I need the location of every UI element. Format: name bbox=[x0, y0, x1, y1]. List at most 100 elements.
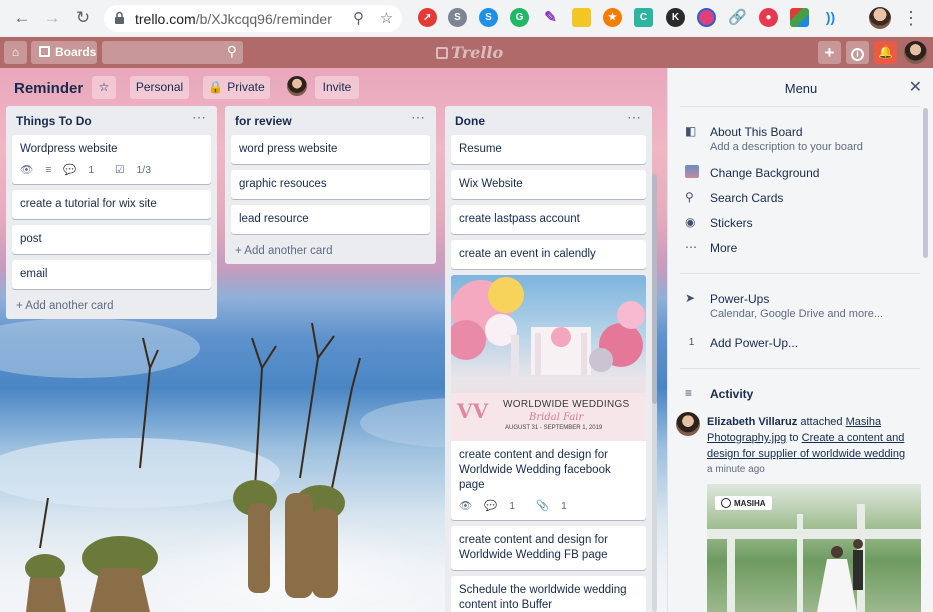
browser-profile-avatar[interactable] bbox=[869, 7, 891, 29]
privacy-button[interactable]: 🔒 Private bbox=[203, 76, 270, 99]
card-title: Wix Website bbox=[459, 178, 523, 190]
card[interactable]: create content and design for Worldwide … bbox=[451, 526, 646, 570]
about-subtitle: Add a description to your board bbox=[710, 141, 863, 153]
menu-scrollbar[interactable] bbox=[923, 108, 928, 258]
list-menu-icon[interactable]: ⋯ bbox=[411, 109, 426, 126]
menu-title: Menu bbox=[784, 81, 818, 96]
list-menu-icon[interactable]: ⋯ bbox=[192, 109, 207, 126]
k-extension-icon[interactable]: K bbox=[666, 8, 685, 27]
close-icon[interactable]: ✕ bbox=[909, 77, 922, 97]
address-bar[interactable]: trello.com/b/XJkcqq96/reminder ⚲ ☆ bbox=[104, 5, 402, 32]
checklist-count: 1/3 bbox=[136, 164, 152, 176]
list-header: Done ⋯ bbox=[445, 106, 652, 135]
card-title: word press website bbox=[239, 143, 338, 155]
attachment-badge: 📎 1 bbox=[536, 500, 576, 512]
lastpass-extension-icon[interactable]: ● bbox=[759, 8, 778, 27]
skype-extension-icon[interactable]: S bbox=[479, 8, 498, 27]
card-title: create lastpass account bbox=[459, 213, 580, 225]
card[interactable]: create an event in calendly bbox=[451, 240, 646, 269]
card-title: Wordpress website bbox=[20, 143, 118, 155]
add-card-button[interactable]: + Add another card bbox=[6, 295, 217, 319]
notifications-button[interactable]: 🔔 bbox=[874, 41, 897, 64]
pen-extension-icon[interactable]: ✎ bbox=[541, 8, 560, 27]
activity-title: Activity bbox=[710, 387, 754, 401]
comment-icon: 💬 bbox=[484, 500, 498, 512]
card-title: create a tutorial for wix site bbox=[20, 198, 157, 210]
activity-user-avatar[interactable] bbox=[676, 412, 700, 436]
list-things-to-do: Things To Do ⋯ Wordpress website 👁 ≡ 💬 1… bbox=[6, 106, 217, 319]
privacy-label: Private bbox=[227, 80, 265, 94]
member-avatar[interactable] bbox=[904, 41, 927, 64]
card-title: create an event in calendly bbox=[459, 248, 596, 260]
card[interactable]: Resume bbox=[451, 135, 646, 164]
create-button[interactable]: + bbox=[818, 41, 841, 64]
menu-divider bbox=[680, 273, 920, 274]
card[interactable]: word press website bbox=[231, 135, 430, 164]
card[interactable]: Schedule the worldwide wedding content i… bbox=[451, 576, 646, 612]
header-search-input[interactable]: ⚲ bbox=[102, 41, 243, 64]
card-title: email bbox=[20, 268, 48, 280]
back-icon[interactable]: ← bbox=[12, 8, 32, 28]
board-canvas: Reminder ☆ Personal 🔒 Private Invite Thin… bbox=[0, 68, 667, 612]
color-grid-extension-icon[interactable] bbox=[790, 8, 809, 27]
star-icon: ☆ bbox=[98, 80, 110, 94]
description-icon: ≡ bbox=[45, 164, 52, 176]
card[interactable]: create lastpass account bbox=[451, 205, 646, 234]
wedding-logo: VV bbox=[457, 399, 489, 423]
link-extension-icon[interactable]: 🔗 bbox=[728, 8, 747, 27]
skype-grey-extension-icon[interactable]: S bbox=[448, 8, 467, 27]
card-title: graphic resouces bbox=[239, 178, 327, 190]
activity-user[interactable]: Elizabeth Villaruz bbox=[707, 416, 797, 428]
comment-icon: 💬 bbox=[63, 164, 77, 176]
change-background-label: Change Background bbox=[710, 166, 820, 180]
boards-button[interactable]: Boards bbox=[31, 41, 97, 64]
forward-icon[interactable]: → bbox=[42, 8, 62, 28]
record-extension-icon[interactable] bbox=[697, 8, 716, 27]
list-scrollbar-thumb[interactable] bbox=[652, 174, 657, 404]
board-title[interactable]: Reminder bbox=[14, 80, 83, 97]
team-visibility-button[interactable]: Personal bbox=[130, 76, 189, 99]
zoom-icon[interactable]: ⚲ bbox=[350, 10, 367, 27]
home-button[interactable]: ⌂ bbox=[4, 41, 27, 64]
grammarly-extension-icon[interactable]: G bbox=[510, 8, 529, 27]
browser-menu-icon[interactable]: ⋮ bbox=[902, 8, 920, 28]
list-title[interactable]: Things To Do bbox=[16, 114, 92, 128]
plus-icon: + bbox=[824, 43, 835, 62]
activity-attachment-thumbnail[interactable]: MASIHA bbox=[707, 484, 921, 612]
add-card-button[interactable]: + Add another card bbox=[225, 240, 436, 264]
paint-extension-icon[interactable]: ★ bbox=[603, 8, 622, 27]
boards-icon bbox=[39, 46, 50, 57]
card[interactable]: create a tutorial for wix site bbox=[12, 190, 211, 219]
card[interactable]: Wix Website bbox=[451, 170, 646, 199]
reload-icon[interactable]: ↻ bbox=[73, 8, 93, 28]
search-cards-label: Search Cards bbox=[710, 191, 784, 205]
activity-entry: Elizabeth Villaruz attached Masiha Photo… bbox=[707, 414, 912, 478]
comment-badge: 💬 1 bbox=[63, 164, 103, 176]
list-title[interactable]: for review bbox=[235, 114, 292, 128]
power-up-count: 1 bbox=[688, 337, 695, 348]
card-title: create content and design for Worldwide … bbox=[459, 534, 608, 561]
card[interactable]: graphic resouces bbox=[231, 170, 430, 199]
info-button[interactable]: i bbox=[846, 41, 869, 64]
star-board-button[interactable]: ☆ bbox=[92, 76, 116, 99]
checklist-icon: ☑ bbox=[115, 164, 125, 176]
card[interactable]: Wordpress website 👁 ≡ 💬 1 ☑ 1/3 bbox=[12, 135, 211, 184]
list-menu-icon[interactable]: ⋯ bbox=[627, 109, 642, 126]
bell-icon: 🔔 bbox=[878, 45, 893, 59]
card-with-cover[interactable]: VV WORLDWIDE WEDDINGS Bridal Fair AUGUST… bbox=[445, 275, 652, 520]
card[interactable]: email bbox=[12, 260, 211, 289]
trello-logo[interactable]: Trello bbox=[436, 43, 503, 62]
c-extension-icon[interactable]: C bbox=[634, 8, 653, 27]
card[interactable]: post bbox=[12, 225, 211, 254]
invite-button[interactable]: Invite bbox=[315, 76, 359, 99]
compass-extension-icon[interactable]: ➚ bbox=[418, 8, 437, 27]
card-body[interactable]: create content and design for Worldwide … bbox=[451, 441, 646, 520]
notes-extension-icon[interactable] bbox=[572, 8, 591, 27]
bookmark-star-icon[interactable]: ☆ bbox=[378, 10, 395, 27]
stickers-label: Stickers bbox=[710, 216, 753, 230]
card[interactable]: lead resource bbox=[231, 205, 430, 234]
list-title[interactable]: Done bbox=[455, 114, 485, 128]
audio-extension-icon[interactable]: )) bbox=[821, 8, 840, 27]
home-icon: ⌂ bbox=[11, 45, 20, 59]
board-member-avatar[interactable] bbox=[287, 76, 307, 96]
